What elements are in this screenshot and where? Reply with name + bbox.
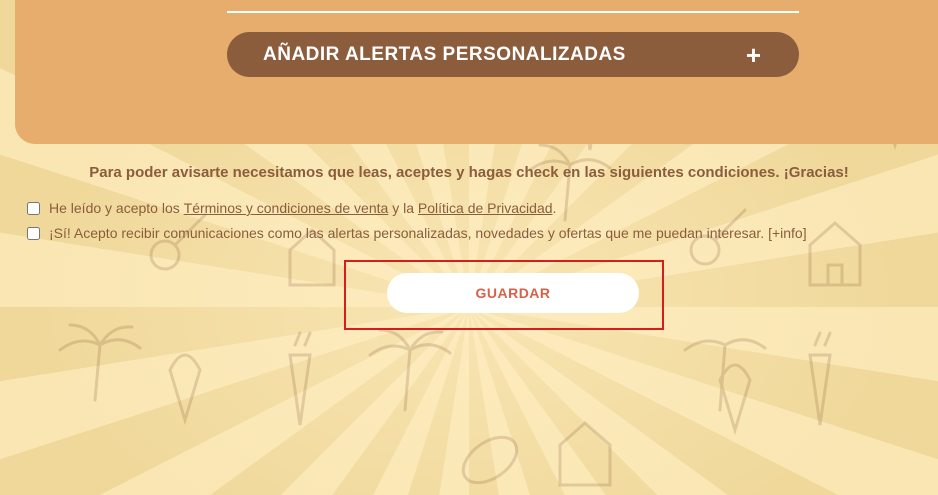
house-icon xyxy=(808,221,862,287)
plus-icon: + xyxy=(745,39,761,70)
save-button[interactable]: GUARDAR xyxy=(387,273,639,313)
marketing-checkbox[interactable] xyxy=(27,226,40,240)
add-custom-alerts-label: AÑADIR ALERTAS PERSONALIZADAS xyxy=(263,43,626,65)
alerts-panel: AÑADIR ALERTAS PERSONALIZADAS + xyxy=(15,0,938,144)
terms-of-sale-link[interactable]: Términos y condiciones de venta xyxy=(184,200,389,216)
palm-tree-icon xyxy=(58,323,142,402)
ice-cream-icon xyxy=(718,363,752,436)
marketing-consent-text: ¡Sí! Acepto recibir comunicaciones como … xyxy=(49,225,765,241)
more-info-link[interactable]: [+info] xyxy=(768,225,807,241)
house-icon xyxy=(558,421,612,487)
terms-prefix-text: He leído y acepto los xyxy=(49,200,180,216)
terms-consent-row[interactable]: He leído y acepto los Términos y condici… xyxy=(27,200,556,216)
palm-tree-icon xyxy=(368,328,452,412)
carrot-icon xyxy=(808,331,832,426)
consent-notice: Para poder avisarte necesitamos que leas… xyxy=(89,164,849,181)
marketing-consent-row[interactable]: ¡Sí! Acepto recibir comunicaciones como … xyxy=(27,225,807,241)
terms-connector-text: y la xyxy=(392,200,414,216)
add-custom-alerts-button[interactable]: AÑADIR ALERTAS PERSONALIZADAS + xyxy=(227,32,799,77)
terms-suffix-text: . xyxy=(552,200,557,216)
panel-divider xyxy=(227,11,799,13)
carrot-icon xyxy=(288,331,312,426)
ice-cream-icon xyxy=(168,353,202,426)
guitar-icon xyxy=(149,213,207,271)
privacy-policy-link[interactable]: Política de Privacidad xyxy=(418,200,553,216)
terms-checkbox[interactable] xyxy=(27,201,40,215)
football-icon xyxy=(461,435,519,485)
